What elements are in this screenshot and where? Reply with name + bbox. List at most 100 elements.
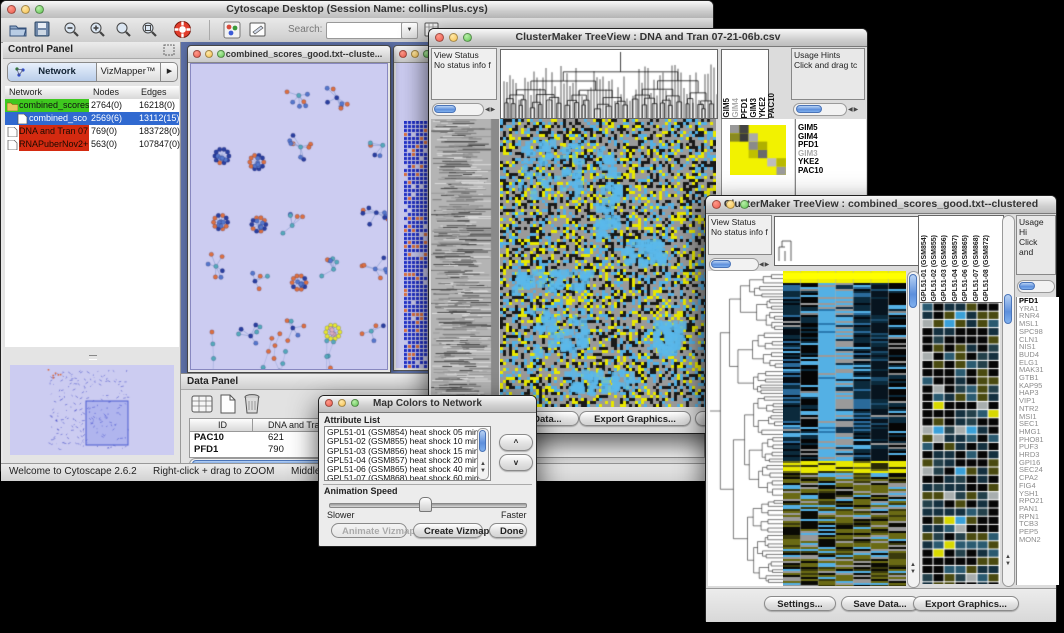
- close-icon[interactable]: [435, 33, 444, 42]
- tv2-gene-list[interactable]: PFD1YRA1RNR4MSL1SPC98CLN1NIS1BUD4ELG1MAK…: [1016, 297, 1059, 585]
- attribute-list-item[interactable]: GPL51-02 (GSM855) heat shock 10 min: [327, 437, 488, 446]
- tv2-row-dendrogram[interactable]: [708, 271, 783, 586]
- move-up-button[interactable]: ^: [499, 434, 533, 451]
- save-icon[interactable]: [34, 21, 51, 38]
- network-list-item[interactable]: combined_sco2569(6)13112(15): [5, 112, 179, 125]
- treeview2-window-controls[interactable]: [712, 200, 749, 209]
- tv1-row-dendrogram[interactable]: [431, 119, 499, 407]
- col-network[interactable]: Network: [9, 86, 42, 99]
- close-icon[interactable]: [7, 5, 16, 14]
- network-list-item[interactable]: DNA and Tran 07769(0)183728(0): [5, 125, 179, 138]
- tv2-gene-vscrollbar[interactable]: ▲▼: [1002, 215, 1015, 587]
- scroll-arrows[interactable]: ▲▼: [1005, 554, 1011, 568]
- attr-col-id[interactable]: ID: [218, 419, 227, 431]
- help-lifesaver-icon[interactable]: [173, 20, 192, 39]
- search-input[interactable]: [326, 22, 404, 39]
- tv1-zoom-heatmap[interactable]: [730, 125, 786, 175]
- col-edges[interactable]: Edges: [141, 86, 167, 99]
- tv2-column-dendrogram[interactable]: [774, 216, 919, 266]
- tv2-heatmap-canvas[interactable]: [783, 271, 906, 586]
- float-panel-icon[interactable]: [163, 44, 175, 56]
- window-controls[interactable]: [7, 5, 44, 14]
- create-vizmap-button[interactable]: Create Vizmap: [413, 523, 483, 538]
- tv1-status-scrollbar[interactable]: [432, 103, 484, 116]
- zoom-fit-icon[interactable]: [141, 21, 159, 39]
- dialog-titlebar[interactable]: Map Colors to Network: [319, 396, 536, 413]
- scroll-arrows[interactable]: ◀▶: [848, 106, 859, 113]
- move-down-button[interactable]: v: [499, 454, 533, 471]
- search-dropdown-icon[interactable]: ▼: [401, 22, 418, 39]
- treeview1-titlebar[interactable]: ClusterMaker TreeView : DNA and Tran 07-…: [429, 29, 867, 47]
- minimize-icon[interactable]: [21, 5, 30, 14]
- zoom-window-icon[interactable]: [351, 399, 359, 407]
- scroll-arrows[interactable]: ◀▶: [485, 106, 496, 113]
- zoom-window-icon[interactable]: [463, 33, 472, 42]
- export-graphics-button[interactable]: Export Graphics...: [579, 411, 691, 426]
- new-doc-icon[interactable]: [219, 394, 237, 414]
- tab-vizmapper[interactable]: VizMapper™: [96, 63, 160, 81]
- tv2-heatmap-vscrollbar[interactable]: ▲▼: [907, 271, 920, 588]
- treeview2-titlebar[interactable]: ClusterMaker TreeView : combined_scores_…: [706, 196, 1056, 214]
- zoom-in-icon[interactable]: [89, 21, 107, 39]
- frame1-window-controls[interactable]: [193, 50, 225, 58]
- vizmap-icon[interactable]: [223, 21, 241, 39]
- scroll-arrows[interactable]: ▲▼: [910, 562, 916, 576]
- panel-splitter[interactable]: [5, 347, 179, 365]
- tv1-column-dendrogram[interactable]: [500, 49, 718, 119]
- close-icon[interactable]: [325, 399, 333, 407]
- tv1-hints-scrollbar[interactable]: [793, 103, 847, 116]
- close-icon[interactable]: [712, 200, 721, 209]
- minimize-icon[interactable]: [411, 50, 419, 58]
- tv2-hints-scrollbar[interactable]: [1017, 280, 1055, 293]
- network-name: RNAPuberNov2+: [19, 138, 89, 151]
- minimize-icon[interactable]: [338, 399, 346, 407]
- frame2-window-controls[interactable]: [399, 50, 431, 58]
- trash-icon[interactable]: [243, 393, 261, 415]
- table-icon[interactable]: [191, 394, 213, 414]
- attribute-list-item[interactable]: GPL51-07 (GSM868) heat shock 60 min: [327, 474, 488, 481]
- minimize-icon[interactable]: [449, 33, 458, 42]
- scroll-arrows[interactable]: ◀▶: [759, 261, 770, 268]
- network-edge-count: 16218(0): [139, 99, 183, 112]
- close-icon[interactable]: [193, 50, 201, 58]
- tv2-status-scrollbar[interactable]: [709, 258, 759, 271]
- export-graphics-button[interactable]: Export Graphics...: [913, 596, 1019, 611]
- tab-network[interactable]: Network: [8, 63, 97, 81]
- done-button[interactable]: Done: [489, 523, 527, 538]
- minimize-icon[interactable]: [205, 50, 213, 58]
- usage-hints-title: Usage Hi: [1019, 217, 1053, 237]
- attribute-list-item[interactable]: GPL51-06 (GSM865) heat shock 40 min: [327, 465, 488, 474]
- main-titlebar[interactable]: Cytoscape Desktop (Session Name: collins…: [1, 1, 713, 19]
- zoom-actual-icon[interactable]: [115, 21, 133, 39]
- minimize-icon[interactable]: [726, 200, 735, 209]
- attribute-list-item[interactable]: GPL51-01 (GSM854) heat shock 05 min: [327, 428, 488, 437]
- scroll-arrows[interactable]: ▲▼: [480, 461, 486, 475]
- tab-overflow-arrow[interactable]: ▶: [160, 63, 178, 81]
- network-overview-canvas[interactable]: [10, 365, 174, 455]
- speed-slider-thumb[interactable]: [419, 497, 432, 512]
- col-nodes[interactable]: Nodes: [93, 86, 119, 99]
- save-data-button[interactable]: Save Data...: [841, 596, 919, 611]
- zoom-window-icon[interactable]: [740, 200, 749, 209]
- zoom-window-icon[interactable]: [217, 50, 225, 58]
- open-folder-icon[interactable]: [9, 21, 28, 38]
- network-list-item[interactable]: RNAPuberNov2+563(0)107847(0): [5, 138, 179, 151]
- settings-button[interactable]: Settings...: [764, 596, 836, 611]
- treeview1-window-controls[interactable]: [435, 33, 472, 42]
- dialog-window-controls[interactable]: [325, 399, 359, 407]
- tv2-zoom-heatmap[interactable]: [922, 303, 1000, 584]
- animate-vizmap-button[interactable]: Animate Vizmap: [331, 523, 407, 538]
- attribute-list-item[interactable]: GPL51-04 (GSM857) heat shock 20 min: [327, 456, 488, 465]
- attribute-list-scrollbar[interactable]: ▲▼: [477, 428, 489, 480]
- zoom-out-icon[interactable]: [63, 21, 81, 39]
- close-icon[interactable]: [399, 50, 407, 58]
- network-list-item[interactable]: combined_scores_2764(0)16218(0): [5, 99, 179, 112]
- zoom-window-icon[interactable]: [35, 5, 44, 14]
- gene-label[interactable]: MON2: [1019, 536, 1059, 544]
- attribute-list-item[interactable]: GPL51-03 (GSM856) heat shock 15 min: [327, 447, 488, 456]
- file-icon: [17, 114, 28, 124]
- annotation-icon[interactable]: [249, 21, 268, 39]
- tv1-heatmap-canvas[interactable]: [500, 119, 716, 407]
- attribute-listbox[interactable]: GPL51-01 (GSM854) heat shock 05 minGPL51…: [324, 426, 491, 481]
- network-canvas[interactable]: [190, 63, 388, 370]
